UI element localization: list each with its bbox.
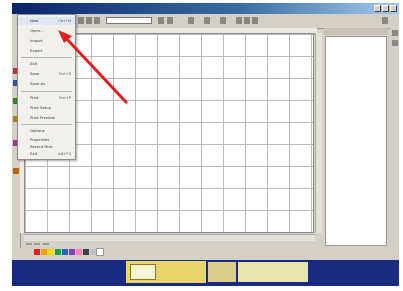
menu-separator	[21, 91, 72, 92]
advert-banner-right[interactable]	[238, 262, 308, 282]
swatch-red[interactable]	[34, 249, 40, 255]
menu-item-print-preview[interactable]: Print Preview	[18, 114, 75, 122]
copy-icon[interactable]	[94, 17, 100, 24]
horizontal-scrollbar[interactable]	[24, 234, 315, 241]
tab-3[interactable]	[42, 243, 49, 245]
menu-item-export[interactable]: Export	[18, 47, 75, 55]
side-panel	[324, 28, 388, 248]
menu-item-save-as[interactable]: Save As	[18, 80, 75, 88]
zoom-icon[interactable]	[204, 17, 210, 24]
paste-icon[interactable]	[158, 17, 164, 24]
maximize-button[interactable]	[382, 5, 389, 12]
help-icon[interactable]	[382, 17, 388, 24]
menu-item-exit-upper[interactable]: Exit	[18, 60, 75, 68]
swatch-orange[interactable]	[41, 249, 47, 255]
menu-item-new[interactable]: New Ctrl+N	[18, 17, 75, 25]
undo-icon[interactable]	[167, 17, 173, 24]
menu-item-exit[interactable]: Exit Alt+F4	[18, 150, 75, 158]
vertical-scrollbar[interactable]	[315, 33, 322, 233]
swatch-dark[interactable]	[83, 249, 89, 255]
swatch-blue[interactable]	[62, 249, 68, 255]
right-toolbar	[390, 28, 399, 248]
eraser-tool-icon[interactable]	[13, 168, 19, 174]
tab-1[interactable]	[26, 243, 32, 245]
menu-item-open[interactable]: Open...	[18, 27, 75, 35]
title-bar	[12, 3, 399, 14]
file-menu-dropdown: New Ctrl+N Open... Import Export Exit Sa…	[17, 14, 76, 160]
grid-icon[interactable]	[220, 17, 226, 24]
swatch-purple[interactable]	[69, 249, 75, 255]
swatch-green[interactable]	[55, 249, 61, 255]
minimize-button[interactable]	[374, 5, 381, 12]
advert-banner-middle[interactable]	[208, 262, 236, 282]
swatch-white[interactable]	[96, 248, 104, 256]
pin-icon[interactable]	[392, 30, 398, 36]
color-palette	[34, 248, 124, 256]
swatch-yellow[interactable]	[48, 249, 54, 255]
align-left-icon[interactable]	[236, 17, 242, 24]
advert-image	[130, 264, 156, 280]
close-panel-icon[interactable]	[392, 40, 398, 46]
side-panel-header	[324, 28, 388, 35]
align-center-icon[interactable]	[244, 17, 250, 24]
swatch-gray[interactable]	[90, 249, 96, 255]
tab-2[interactable]	[34, 243, 41, 245]
swatch-pink[interactable]	[76, 249, 82, 255]
close-button[interactable]	[390, 5, 397, 12]
menu-item-save[interactable]: Save Ctrl+S	[18, 70, 75, 78]
sheet-tabs	[26, 241, 50, 247]
menu-separator	[21, 57, 72, 58]
menu-separator	[21, 124, 72, 125]
print-icon[interactable]	[78, 17, 84, 24]
align-right-icon[interactable]	[252, 17, 258, 24]
cut-icon[interactable]	[86, 17, 92, 24]
font-combo[interactable]	[106, 17, 152, 24]
advert-banner-left[interactable]	[126, 261, 206, 283]
menu-item-import[interactable]: Import	[18, 37, 75, 45]
menu-item-print[interactable]: Print Ctrl+P	[18, 94, 75, 102]
redo-icon[interactable]	[188, 17, 194, 24]
menu-item-print-setup[interactable]: Print Setup	[18, 104, 75, 112]
menu-item-options[interactable]: Options	[18, 127, 75, 135]
side-panel-content[interactable]	[325, 36, 387, 246]
